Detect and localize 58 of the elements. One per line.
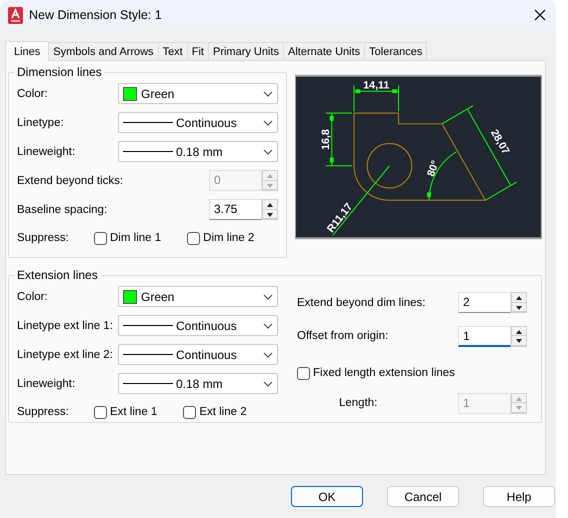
field-label: Linetype ext line 1:: [17, 320, 114, 332]
checkbox[interactable]: Ext line 1: [94, 406, 158, 418]
app-icon: [8, 6, 23, 24]
dialog-button[interactable]: Help: [483, 486, 555, 507]
field-label: Color:: [17, 88, 49, 100]
checkbox[interactable]: Dim line 2: [187, 232, 254, 244]
tab[interactable]: Symbols and Arrows: [48, 42, 159, 60]
chevron-icon: [263, 90, 273, 96]
dropdown[interactable]: Continuous: [118, 344, 278, 365]
dialog-button[interactable]: OK: [291, 486, 363, 507]
chevron-icon: [263, 294, 273, 300]
chevron-icon: [263, 148, 273, 154]
spinner-buttons[interactable]: [511, 326, 527, 346]
dimension-text: 80°: [425, 158, 442, 178]
field-label: Lineweight:: [17, 378, 76, 390]
line-sample-icon: [123, 122, 173, 123]
dropdown[interactable]: Continuous: [118, 112, 278, 133]
field-label: Suppress:: [17, 232, 70, 244]
line-sample-icon: [123, 151, 173, 152]
number-field[interactable]: 2: [458, 292, 511, 313]
dimension-text: 14,11: [364, 79, 390, 92]
chevron-icon: [263, 120, 273, 126]
chevron-icon: [263, 352, 273, 358]
line-sample-icon: [123, 383, 173, 384]
dropdown[interactable]: 0.18 mm: [118, 373, 278, 394]
checkbox[interactable]: Fixed length extension lines: [297, 366, 455, 380]
close-icon[interactable]: [534, 9, 546, 21]
spinner-buttons[interactable]: [262, 199, 278, 220]
dropdown[interactable]: Green: [118, 83, 278, 104]
dropdown[interactable]: Continuous: [118, 315, 278, 336]
number-field[interactable]: 1: [458, 326, 511, 346]
line-sample-icon: [123, 354, 173, 355]
chevron-icon: [263, 380, 273, 386]
tab[interactable]: Primary Units: [208, 42, 284, 60]
field-label: Suppress:: [17, 406, 70, 418]
chevron-icon: [263, 322, 273, 328]
field-label: Linetype:: [17, 116, 65, 128]
group-title: Extension lines: [16, 268, 99, 282]
checkbox[interactable]: Dim line 1: [94, 232, 162, 244]
field-label: Linetype ext line 2:: [17, 348, 114, 360]
field-label: Length:: [338, 397, 378, 409]
dimension-text: 16,8: [320, 129, 332, 150]
group-title: Dimension lines: [16, 65, 103, 79]
dropdown[interactable]: 0.18 mm: [118, 141, 278, 162]
field-label: Extend beyond dim lines:: [297, 296, 426, 308]
checkbox[interactable]: Ext line 2: [183, 406, 247, 418]
field-label: Color:: [17, 290, 49, 302]
dropdown[interactable]: Green: [118, 286, 278, 307]
tab[interactable]: Tolerances: [364, 42, 428, 60]
field-label: Lineweight:: [17, 146, 76, 158]
dialog-button[interactable]: Cancel: [387, 486, 459, 507]
tab[interactable]: Lines: [5, 41, 50, 61]
spinner-buttons[interactable]: [511, 292, 527, 313]
field-label: Baseline spacing:: [17, 204, 108, 216]
line-sample-icon: [123, 325, 173, 326]
field-label: Offset from origin:: [297, 330, 388, 342]
window-title: New Dimension Style: 1: [29, 8, 163, 22]
number-field[interactable]: 3.75: [209, 199, 262, 220]
